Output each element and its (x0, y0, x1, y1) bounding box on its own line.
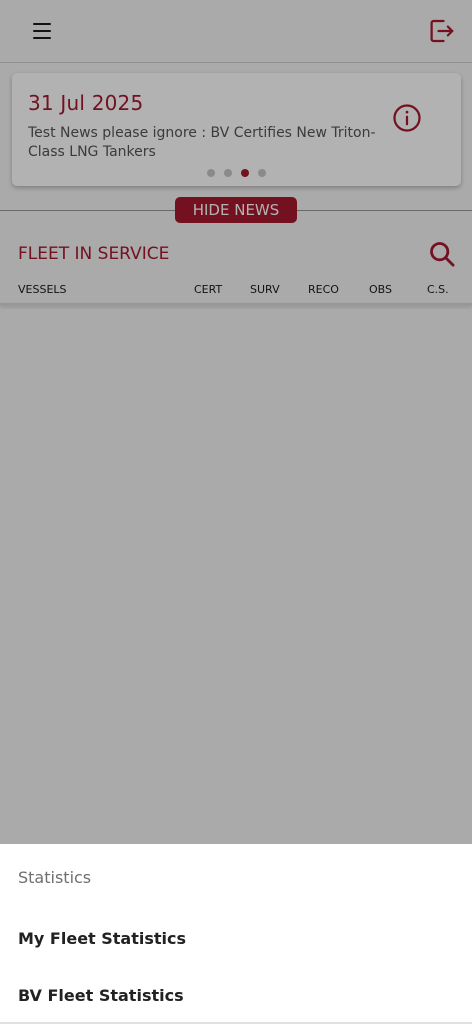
bv-fleet-statistics-option[interactable]: BV Fleet Statistics (18, 986, 184, 1005)
statistics-bottom-sheet: Statistics My Fleet Statistics BV Fleet … (0, 844, 472, 1024)
my-fleet-statistics-option[interactable]: My Fleet Statistics (18, 929, 186, 948)
modal-scrim[interactable] (0, 0, 472, 844)
sheet-title: Statistics (18, 868, 92, 887)
